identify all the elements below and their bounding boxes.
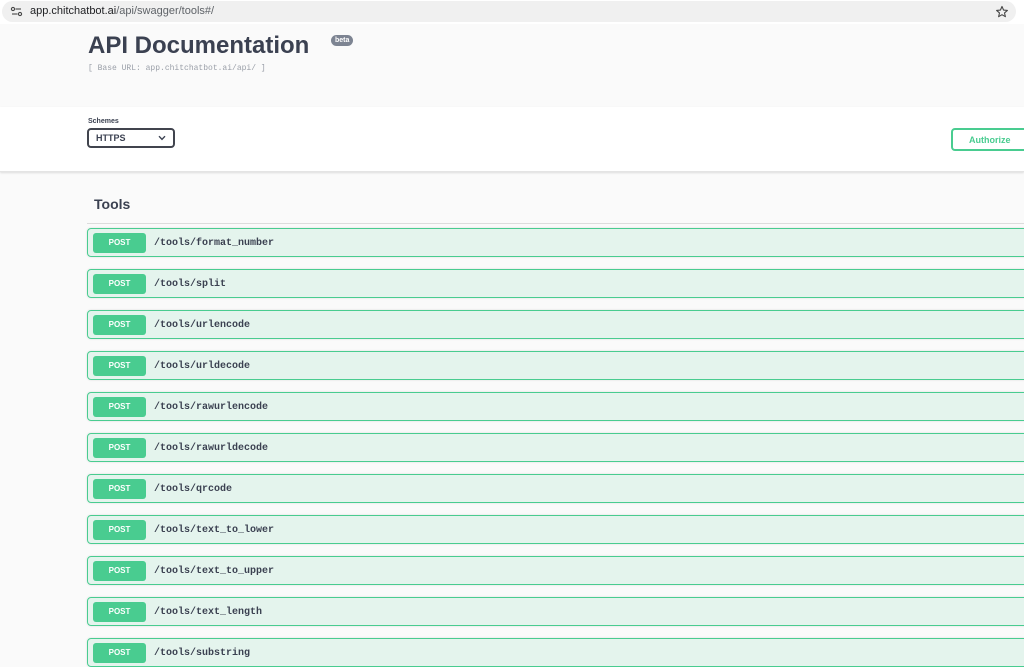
browser-address-bar: app.chitchatbot.ai/api/swagger/tools#/ (0, 0, 1024, 24)
api-info-header: API Documentation beta [ Base URL: app.c… (0, 24, 1024, 107)
method-badge: POST (93, 315, 146, 335)
scheme-container: Schemes HTTPS Authorize (0, 107, 1024, 172)
url-field[interactable]: app.chitchatbot.ai/api/swagger/tools#/ (2, 1, 1016, 22)
operation-path: /tools/substring (154, 648, 251, 659)
method-badge: POST (93, 397, 146, 417)
method-badge: POST (93, 602, 146, 622)
tag-section-tools[interactable]: Tools (87, 187, 1024, 224)
operation-row[interactable]: POST /tools/text_length (87, 597, 1024, 626)
operation-path: /tools/urlencode (154, 320, 251, 331)
authorize-button[interactable]: Authorize (951, 128, 1024, 151)
schemes-select[interactable]: HTTPS (87, 128, 175, 148)
operation-row[interactable]: POST /tools/rawurldecode (87, 433, 1024, 462)
operation-row[interactable]: POST /tools/format_number (87, 228, 1024, 257)
method-badge: POST (93, 233, 146, 253)
method-badge: POST (93, 479, 146, 499)
schemes-selected-value: HTTPS (96, 133, 126, 143)
operation-path: /tools/urldecode (154, 361, 251, 372)
tag-title: Tools (94, 196, 131, 212)
site-settings-icon[interactable] (10, 5, 23, 18)
operation-path: /tools/text_to_lower (154, 525, 275, 536)
operation-row[interactable]: POST /tools/rawurlencode (87, 392, 1024, 421)
page-title: API Documentation (88, 32, 310, 59)
schemes-label: Schemes (88, 118, 119, 125)
operation-path: /tools/split (154, 279, 227, 290)
operation-path: /tools/rawurldecode (154, 443, 269, 454)
bookmark-star-icon[interactable] (995, 5, 1009, 19)
url-path: /api/swagger/tools#/ (116, 5, 215, 17)
operation-row[interactable]: POST /tools/split (87, 269, 1024, 298)
url-host: app.chitchatbot.ai (30, 5, 117, 17)
base-url: [ Base URL: app.chitchatbot.ai/api/ ] (88, 64, 266, 73)
operation-row[interactable]: POST /tools/substring (87, 638, 1024, 667)
url-text: app.chitchatbot.ai/api/swagger/tools#/ (30, 5, 214, 17)
operation-path: /tools/text_to_upper (154, 566, 275, 577)
version-badge: beta (331, 35, 354, 46)
chevron-down-icon (158, 135, 166, 141)
operation-row[interactable]: POST /tools/qrcode (87, 474, 1024, 503)
method-badge: POST (93, 438, 146, 458)
method-badge: POST (93, 561, 146, 581)
method-badge: POST (93, 274, 146, 294)
operation-row[interactable]: POST /tools/text_to_upper (87, 556, 1024, 585)
operation-path: /tools/qrcode (154, 484, 233, 495)
operation-path: /tools/text_length (154, 607, 263, 618)
operation-path: /tools/rawurlencode (154, 402, 269, 413)
operation-row[interactable]: POST /tools/urldecode (87, 351, 1024, 380)
method-badge: POST (93, 520, 146, 540)
operation-path: /tools/format_number (154, 238, 275, 249)
method-badge: POST (93, 356, 146, 376)
method-badge: POST (93, 643, 146, 663)
operation-row[interactable]: POST /tools/urlencode (87, 310, 1024, 339)
operation-row[interactable]: POST /tools/text_to_lower (87, 515, 1024, 544)
